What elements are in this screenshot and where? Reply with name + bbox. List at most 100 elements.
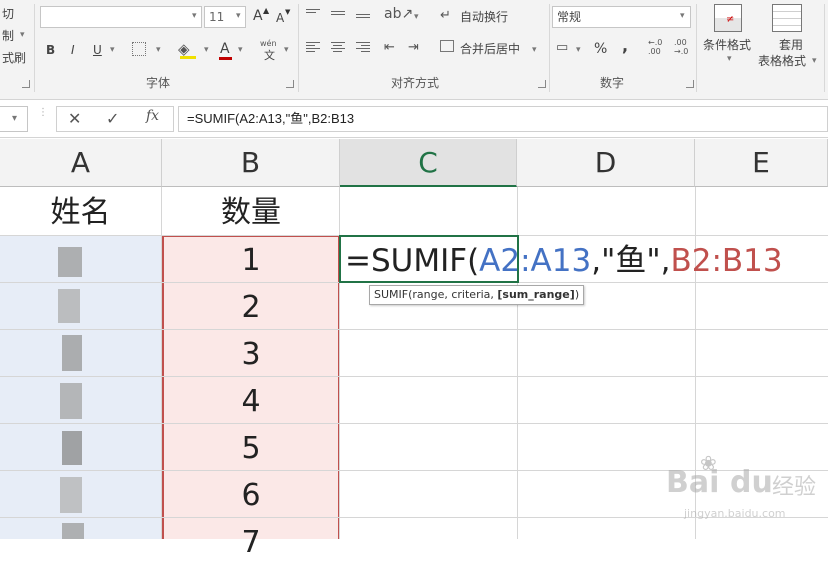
shrink-font-button[interactable]: A — [276, 10, 284, 26]
copy-dropdown-icon[interactable]: ▾ — [20, 30, 25, 40]
name-box-dropdown-icon[interactable]: ▾ — [12, 113, 17, 124]
orientation-dropdown-icon[interactable]: ▾ — [414, 12, 419, 22]
merge-center-icon — [440, 40, 454, 52]
wrap-text-icon: ↵ — [440, 8, 451, 23]
number-format-dropdown-icon[interactable]: ▾ — [680, 11, 685, 21]
format-table-icon — [772, 4, 802, 32]
cell-b8[interactable]: 7 — [162, 519, 340, 566]
merge-dropdown-icon[interactable]: ▾ — [532, 45, 537, 55]
column-header-c[interactable]: C — [340, 139, 517, 187]
tooltip-signature: SUMIF(range, criteria, — [374, 288, 498, 301]
column-header-d[interactable]: D — [517, 139, 695, 187]
comma-button[interactable]: , — [622, 38, 628, 54]
fill-color-swatch — [180, 56, 196, 59]
copy-button[interactable]: 制 — [2, 28, 14, 44]
underline-button[interactable]: U — [93, 42, 102, 58]
clipboard-launcher-icon[interactable] — [22, 80, 30, 88]
cell-b4[interactable]: 3 — [162, 331, 340, 378]
conditional-format-mark-icon: ≠ — [726, 14, 735, 25]
number-format-select[interactable]: 常规 — [552, 6, 691, 28]
column-header-e[interactable]: E — [695, 139, 828, 187]
cell-b5[interactable]: 4 — [162, 378, 340, 425]
font-color-dropdown-icon[interactable]: ▾ — [238, 45, 243, 55]
enter-button[interactable]: ✓ — [106, 109, 119, 128]
cell-b2[interactable]: 1 — [162, 237, 340, 284]
alignment-launcher-icon[interactable] — [538, 80, 546, 88]
grow-font-button[interactable]: A — [253, 8, 263, 24]
increase-decimal-button[interactable]: ←.0.00 — [648, 38, 662, 56]
column-header-b[interactable]: B — [162, 139, 340, 187]
cell-b1[interactable]: 数量 — [162, 189, 340, 236]
merge-center-button[interactable]: 合并后居中 — [460, 41, 520, 57]
borders-icon[interactable] — [132, 42, 146, 56]
number-group-label: 数字 — [600, 76, 625, 90]
gridline-h-5 — [0, 423, 828, 424]
blurred-name-a7[interactable] — [60, 477, 82, 513]
watermark-sub: 经验 — [772, 475, 817, 500]
font-name-dropdown-icon[interactable]: ▾ — [192, 11, 197, 21]
blurred-name-a2[interactable] — [58, 247, 82, 277]
fill-color-dropdown-icon[interactable]: ▾ — [204, 45, 209, 55]
edit-prefix: =SUMIF( — [345, 243, 480, 279]
decrease-decimal-label: .00 — [674, 38, 687, 47]
align-left-icon[interactable] — [306, 42, 320, 54]
conditional-format-dropdown-icon[interactable]: ▾ — [727, 54, 732, 64]
insert-function-button[interactable]: fx — [146, 108, 159, 124]
column-header-a[interactable]: A — [0, 139, 162, 187]
underline-dropdown-icon[interactable]: ▾ — [110, 45, 115, 55]
cell-edit-text[interactable]: =SUMIF(A2:A13,"鱼",B2:B13 — [345, 243, 783, 279]
font-name-input[interactable] — [40, 6, 202, 28]
blurred-name-a8[interactable] — [62, 523, 84, 539]
bold-button[interactable]: B — [46, 42, 55, 58]
phonetic-dropdown-icon[interactable]: ▾ — [284, 45, 289, 55]
number-launcher-icon[interactable] — [686, 80, 694, 88]
edit-comma-2: , — [660, 243, 671, 279]
font-size-dropdown-icon[interactable]: ▾ — [236, 11, 241, 21]
align-top-icon[interactable] — [306, 9, 320, 15]
blurred-name-a6[interactable] — [62, 431, 82, 465]
orientation-icon[interactable]: ab↗ — [384, 6, 413, 22]
tooltip-close-paren: ) — [574, 288, 580, 301]
blurred-name-a3[interactable] — [58, 289, 80, 323]
gridline-h-3 — [0, 329, 828, 330]
blurred-name-a5[interactable] — [60, 383, 82, 419]
align-middle-icon[interactable] — [331, 11, 345, 17]
blurred-name-a4[interactable] — [62, 335, 82, 371]
align-bottom-icon[interactable] — [356, 14, 370, 20]
format-table-dropdown-icon[interactable]: ▾ — [812, 56, 817, 66]
gridline-h-4 — [0, 376, 828, 377]
ribbon: 切 制 ▾ 式刷 ▾ 11 ▾ A ▲ A ▼ B I U ▾ ▾ ◈ ▾ A … — [0, 0, 828, 100]
tooltip-current-arg: [sum_range] — [497, 288, 575, 301]
cancel-button[interactable]: ✕ — [68, 109, 81, 128]
font-color-button[interactable]: A — [220, 41, 230, 57]
italic-button[interactable]: I — [71, 42, 75, 58]
formula-bar: ▾ ⋮ ✕ ✓ fx =SUMIF(A2:A13,"鱼",B2:B13 — [0, 100, 828, 138]
decrease-indent-icon[interactable]: ⇤ — [384, 40, 395, 55]
accounting-format-icon[interactable]: ▭ — [556, 40, 568, 55]
conditional-format-button[interactable]: 条件格式 — [703, 37, 751, 53]
increase-decimal-label: .00 — [648, 47, 661, 56]
decrease-decimal-button[interactable]: .00 →.0 — [674, 38, 688, 56]
splitter-handle-icon[interactable]: ⋮ — [38, 108, 48, 118]
cell-b6[interactable]: 5 — [162, 425, 340, 472]
borders-dropdown-icon[interactable]: ▾ — [156, 45, 161, 55]
font-group-label: 字体 — [146, 76, 171, 90]
edit-arg-sum-range: B2:B13 — [670, 243, 783, 279]
format-table-button[interactable]: 表格格式 — [758, 53, 806, 69]
percent-button[interactable]: % — [594, 41, 607, 57]
cut-button[interactable]: 切 — [2, 6, 14, 22]
cell-b7[interactable]: 6 — [162, 472, 340, 519]
wrap-text-button[interactable]: 自动换行 — [460, 9, 508, 25]
cell-b3[interactable]: 2 — [162, 284, 340, 331]
edit-arg-criteria: "鱼" — [601, 243, 661, 279]
align-center-icon[interactable] — [331, 42, 345, 54]
accounting-dropdown-icon[interactable]: ▾ — [576, 45, 581, 55]
align-right-icon[interactable] — [356, 42, 370, 54]
cell-a1[interactable]: 姓名 — [0, 189, 161, 236]
format-painter-button[interactable]: 式刷 — [2, 50, 26, 66]
shrink-arrow-icon: ▼ — [285, 8, 291, 16]
increase-indent-icon[interactable]: ⇥ — [408, 40, 419, 55]
formula-input[interactable]: =SUMIF(A2:A13,"鱼",B2:B13 — [178, 106, 828, 132]
format-table-label-1[interactable]: 套用 — [779, 37, 803, 53]
font-launcher-icon[interactable] — [286, 80, 294, 88]
